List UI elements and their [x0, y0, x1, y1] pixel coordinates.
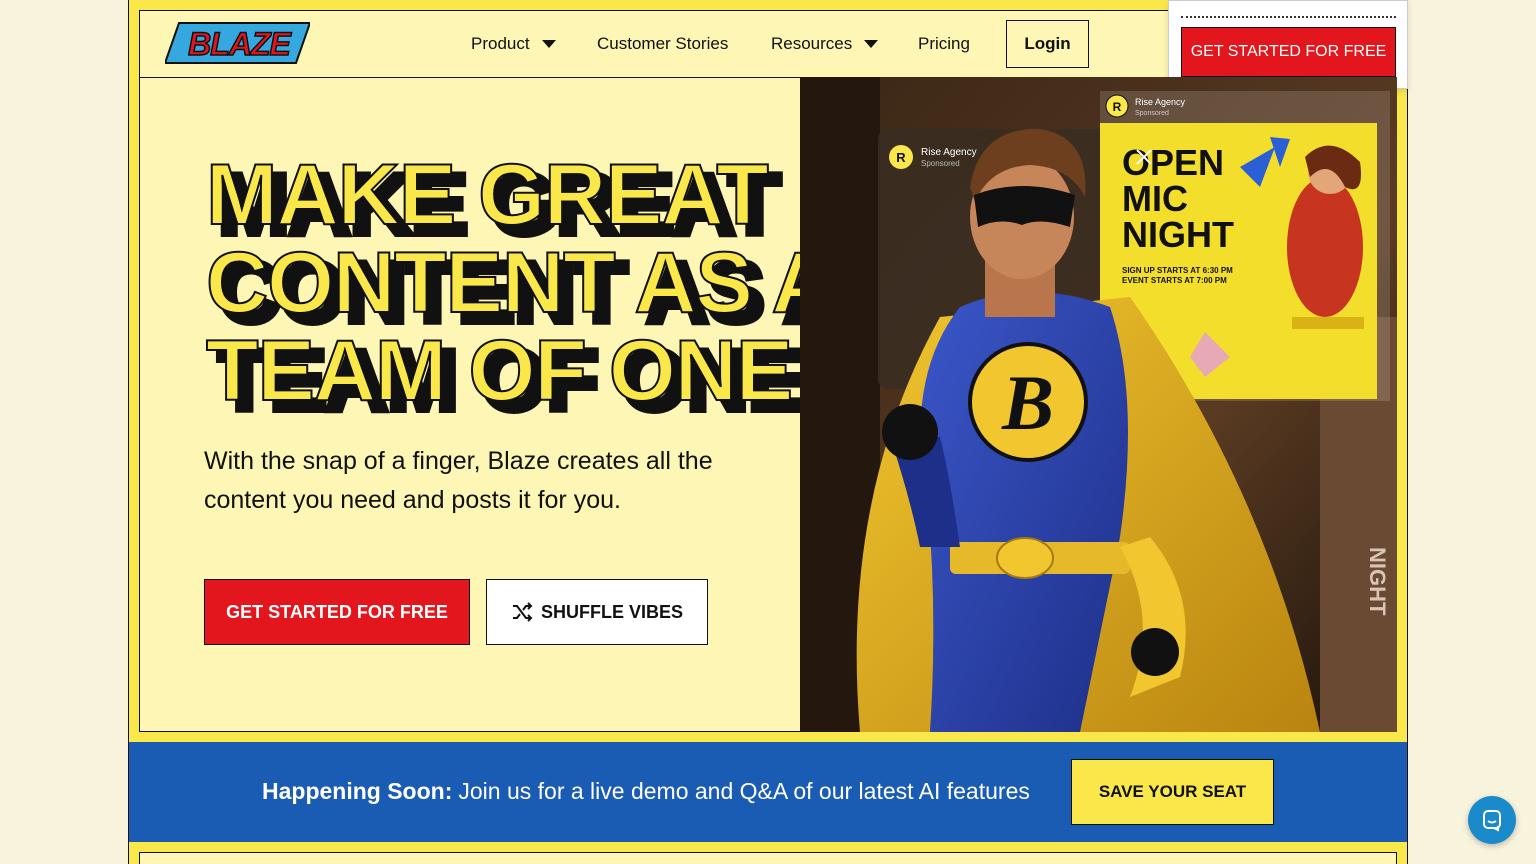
- hero-subtext: With the snap of a finger, Blaze creates…: [204, 447, 713, 514]
- svg-text:R: R: [896, 150, 906, 165]
- hero-superhero-image: R Rise Agency Sponsored R Rise Agency Sp…: [800, 77, 1397, 732]
- blaze-logo[interactable]: BLAZE: [165, 22, 310, 64]
- headline-line-1: MAKE GREAT: [206, 152, 768, 243]
- poster-info-1: SIGN UP STARTS AT 6:30 PM: [1122, 266, 1233, 275]
- chest-emblem: B: [1001, 359, 1054, 446]
- nav-customer-stories[interactable]: Customer Stories: [597, 20, 728, 68]
- next-section-edge: [139, 852, 1397, 864]
- shuffle-vibes-button[interactable]: SHUFFLE VIBES: [486, 579, 708, 645]
- divider: [1181, 16, 1396, 18]
- poster-info-2: EVENT STARTS AT 7:00 PM: [1122, 276, 1227, 285]
- headline-line-3: TEAM OF ONE: [206, 323, 792, 419]
- hero-get-started-button[interactable]: GET STARTED FOR FREE: [204, 579, 470, 645]
- nav-pricing[interactable]: Pricing: [918, 20, 970, 68]
- banner-message: Happening Soon: Join us for a live demo …: [262, 772, 1030, 810]
- nav-product-label: Product: [471, 34, 530, 53]
- ad-front-agency: Rise Agency: [1135, 97, 1186, 107]
- ad-back-agency: Rise Agency: [921, 147, 977, 158]
- poster-line-2: MIC: [1122, 178, 1188, 219]
- logo-text: BLAZE: [188, 26, 292, 62]
- caret-down-icon: [864, 40, 879, 48]
- chat-icon: [1483, 810, 1501, 832]
- ad-back-sponsored: Sponsored: [921, 159, 960, 168]
- headline-line-2: CONTENT AS A: [206, 235, 833, 331]
- poster-line-3: NIGHT: [1122, 214, 1234, 255]
- svg-text:NIGHT: NIGHT: [1365, 547, 1390, 616]
- ad-front-sponsored: Sponsored: [1135, 110, 1169, 117]
- svg-text:R: R: [1113, 100, 1122, 114]
- header-get-started-button[interactable]: GET STARTED FOR FREE: [1181, 27, 1396, 77]
- nav-pricing-label: Pricing: [918, 34, 970, 53]
- nav-product[interactable]: Product: [471, 20, 556, 68]
- login-button[interactable]: Login: [1006, 20, 1089, 68]
- banner-label: Happening Soon:: [262, 777, 453, 804]
- banner-text: Join us for a live demo and Q&A of our l…: [458, 777, 1030, 804]
- nav-customer-stories-label: Customer Stories: [597, 34, 729, 53]
- shuffle-vibes-label: SHUFFLE VIBES: [540, 601, 683, 622]
- nav-resources-label: Resources: [771, 34, 853, 53]
- caret-down-icon: [541, 40, 556, 48]
- shuffle-icon: [512, 602, 533, 622]
- floating-cta-panel: GET STARTED FOR FREE: [1168, 0, 1408, 89]
- nav-resources[interactable]: Resources: [771, 20, 879, 68]
- chat-launcher-button[interactable]: [1468, 796, 1516, 844]
- save-your-seat-button[interactable]: SAVE YOUR SEAT: [1071, 759, 1274, 825]
